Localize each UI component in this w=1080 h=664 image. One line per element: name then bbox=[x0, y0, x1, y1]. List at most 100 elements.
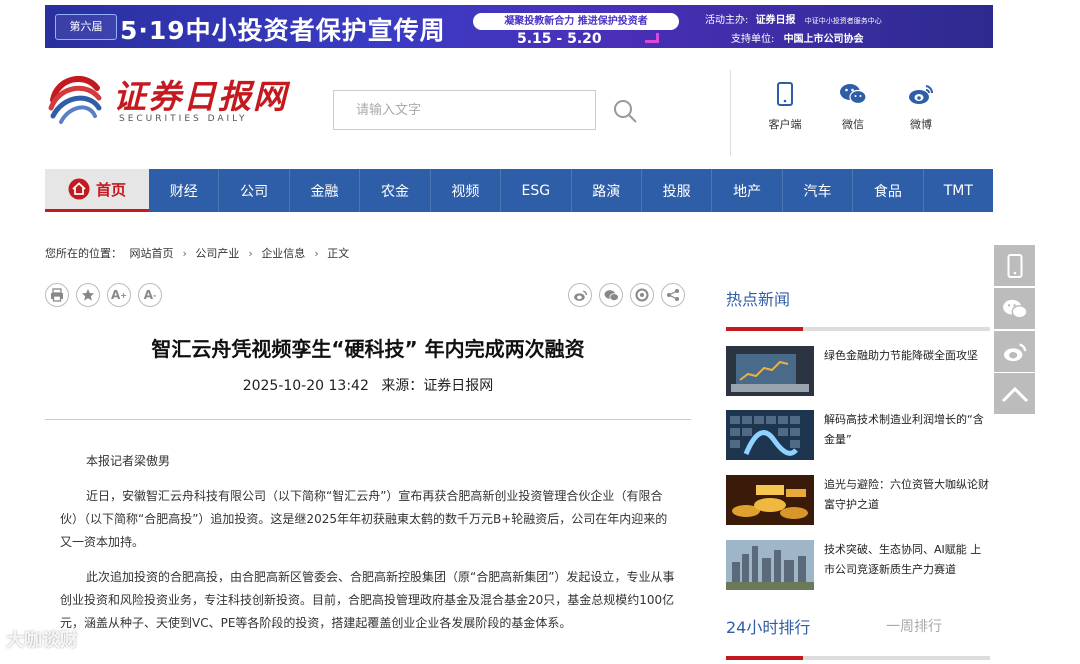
hot-news-text: 绿色金融助力节能降碳全面攻坚 bbox=[824, 349, 978, 362]
banner-support-name: 中国上市公司协会 bbox=[783, 34, 864, 45]
breadcrumb-item-home[interactable]: 网站首页 bbox=[130, 247, 174, 260]
breadcrumb-label: 您所在的位置： bbox=[45, 247, 122, 260]
client-app-link[interactable]: 客户端 bbox=[760, 82, 810, 132]
share-circle-icon[interactable] bbox=[630, 283, 654, 307]
font-decrease-icon[interactable]: A- bbox=[138, 283, 162, 307]
share-tools bbox=[568, 283, 685, 307]
weibo-icon bbox=[909, 85, 934, 104]
favorite-star-icon[interactable] bbox=[76, 283, 100, 307]
hot-news-underline bbox=[726, 327, 990, 331]
search-input[interactable] bbox=[333, 90, 596, 130]
promo-banner[interactable]: 第六届 5·19中小投资者保护宣传周 凝聚投教新合力 推进保护投资者 5.15 … bbox=[45, 5, 993, 48]
news-thumbnail-gold-coins bbox=[726, 475, 814, 525]
banner-dates: 5.15 - 5.20 bbox=[517, 31, 602, 47]
nav-item-toufu[interactable]: 投服 bbox=[642, 169, 713, 212]
hot-news-item[interactable]: 绿色金融助力节能降碳全面攻坚 bbox=[726, 346, 990, 396]
nav-item-shipin-food[interactable]: 食品 bbox=[853, 169, 924, 212]
nav-home[interactable]: 首页 bbox=[45, 169, 149, 212]
banner-edition: 第六届 bbox=[55, 14, 117, 40]
header-divider bbox=[730, 70, 731, 156]
article-source-label: 来源： bbox=[381, 378, 424, 394]
float-weibo-button[interactable] bbox=[994, 331, 1035, 372]
logo-english: SECURITIES DAILY bbox=[119, 114, 248, 124]
nav-item-esg[interactable]: ESG bbox=[501, 169, 572, 212]
hot-news-text: 技术突破、生态协同、AI赋能 上市公司竞逐新质生产力赛道 bbox=[824, 543, 982, 576]
nav-item-nongjin[interactable]: 农金 bbox=[360, 169, 431, 212]
banner-host-org: 中证中小投资者服务中心 bbox=[804, 17, 882, 25]
news-thumbnail-laptop bbox=[726, 346, 814, 396]
nav-item-jinrong[interactable]: 金融 bbox=[290, 169, 361, 212]
breadcrumb-item-enterprise[interactable]: 企业信息 bbox=[261, 247, 305, 260]
home-icon bbox=[68, 178, 90, 200]
article-paragraph: 此次追加投资的合肥高投，由合肥高新区管委会、合肥高新控股集团（原“合肥高新集团”… bbox=[60, 570, 675, 630]
hot-news-item[interactable]: 追光与避险：六位资管大咖纵论财富守护之道 bbox=[726, 475, 990, 525]
chevron-up-icon bbox=[1001, 386, 1028, 402]
nav-home-label: 首页 bbox=[95, 180, 126, 199]
hot-news-text: 追光与避险：六位资管大咖纵论财富守护之道 bbox=[824, 478, 989, 511]
article-body: 本报记者梁傲男 近日，安徽智汇云舟科技有限公司（以下简称“智汇云舟”）宣布再获合… bbox=[60, 450, 678, 647]
nav-item-qiche[interactable]: 汽车 bbox=[783, 169, 854, 212]
share-weibo-icon[interactable] bbox=[568, 283, 592, 307]
article-paragraph: 近日，安徽智汇云舟科技有限公司（以下简称“智汇云舟”）宣布再获合肥高新创业投资管… bbox=[60, 489, 668, 549]
nav-item-shipin[interactable]: 视频 bbox=[431, 169, 502, 212]
banner-support: 支持单位: 中国上市公司协会 bbox=[731, 30, 864, 45]
tab-24h-ranking[interactable]: 24小时排行 bbox=[726, 614, 810, 638]
hot-news-text: 解码高技术制造业利润增长的“含金量” bbox=[824, 413, 984, 446]
main-nav: 首页 财经 公司 金融 农金 视频 ESG 路演 投服 地产 汽车 食品 TMT bbox=[45, 169, 993, 212]
article-meta: 2025-10-20 13:42 来源：证券日报网 bbox=[45, 375, 691, 395]
banner-host-name: 证券日报 bbox=[755, 15, 796, 26]
news-thumbnail-city bbox=[726, 540, 814, 590]
breadcrumb: 您所在的位置： 网站首页 › 公司产业 › 企业信息 › 正文 bbox=[45, 245, 353, 261]
watermark: 大咖谈财 bbox=[6, 626, 78, 652]
logo-chinese: 证券日报网 bbox=[113, 77, 288, 116]
nav-item-caijing[interactable]: 财经 bbox=[149, 169, 220, 212]
logo-swirl-icon bbox=[48, 76, 102, 124]
wechat-label: 微信 bbox=[842, 118, 864, 131]
banner-corner-decoration bbox=[645, 33, 659, 43]
weibo-label: 微博 bbox=[910, 118, 932, 131]
nav-item-luyan[interactable]: 路演 bbox=[572, 169, 642, 212]
nav-item-dichan[interactable]: 地产 bbox=[712, 169, 783, 212]
hot-news-title: 热点新闻 bbox=[726, 290, 791, 309]
back-to-top-button[interactable] bbox=[994, 373, 1035, 414]
watermark-text: 大咖谈财 bbox=[6, 630, 78, 651]
banner-main-text: 5·19中小投资者保护宣传周 bbox=[120, 16, 446, 45]
article-byline: 本报记者梁傲男 bbox=[86, 454, 171, 468]
hot-news-item[interactable]: 技术突破、生态协同、AI赋能 上市公司竞逐新质生产力赛道 bbox=[726, 540, 990, 590]
wechat-icon bbox=[1002, 299, 1028, 318]
nav-item-tmt[interactable]: TMT bbox=[924, 169, 993, 212]
wechat-icon bbox=[840, 84, 867, 105]
article-tools: A + A- bbox=[45, 283, 162, 307]
breadcrumb-separator: › bbox=[314, 247, 319, 260]
hot-news-item[interactable]: 解码高技术制造业利润增长的“含金量” bbox=[726, 410, 990, 460]
ranking-tabs: 24小时排行 一周排行 bbox=[726, 614, 990, 640]
news-thumbnail-keyboard bbox=[726, 410, 814, 460]
client-app-label: 客户端 bbox=[768, 118, 802, 131]
breadcrumb-item-current: 正文 bbox=[327, 247, 350, 260]
print-icon[interactable] bbox=[45, 283, 69, 307]
weibo-link[interactable]: 微博 bbox=[896, 82, 946, 132]
share-icon[interactable] bbox=[661, 283, 685, 307]
breadcrumb-item-company[interactable]: 公司产业 bbox=[195, 247, 239, 260]
banner-slogan: 凝聚投教新合力 推进保护投资者 bbox=[473, 13, 679, 30]
wechat-link[interactable]: 微信 bbox=[828, 82, 878, 132]
article-divider bbox=[45, 419, 691, 420]
font-increase-icon[interactable]: A + bbox=[107, 283, 131, 307]
share-wechat-icon[interactable] bbox=[599, 283, 623, 307]
mobile-icon bbox=[777, 82, 793, 106]
search-icon[interactable] bbox=[612, 98, 638, 124]
ranking-tabs-underline bbox=[726, 656, 990, 660]
nav-item-gongsi[interactable]: 公司 bbox=[219, 169, 290, 212]
mobile-icon bbox=[1007, 253, 1022, 278]
breadcrumb-separator: › bbox=[182, 247, 187, 260]
banner-host: 活动主办: 证券日报 中证中小投资者服务中心 bbox=[705, 11, 882, 26]
banner-host-label: 活动主办: bbox=[705, 15, 749, 26]
site-logo[interactable]: 证券日报网 SECURITIES DAILY bbox=[45, 68, 286, 130]
float-mobile-button[interactable] bbox=[994, 245, 1035, 286]
breadcrumb-separator: › bbox=[248, 247, 253, 260]
float-wechat-button[interactable] bbox=[994, 288, 1035, 329]
page: 第六届 5·19中小投资者保护宣传周 凝聚投教新合力 推进保护投资者 5.15 … bbox=[0, 0, 1080, 664]
article-date: 2025-10-20 13:42 bbox=[242, 378, 369, 394]
tab-weekly-ranking[interactable]: 一周排行 bbox=[886, 616, 942, 636]
article-title: 智汇云舟凭视频孪生“硬科技” 年内完成两次融资 bbox=[151, 337, 585, 361]
